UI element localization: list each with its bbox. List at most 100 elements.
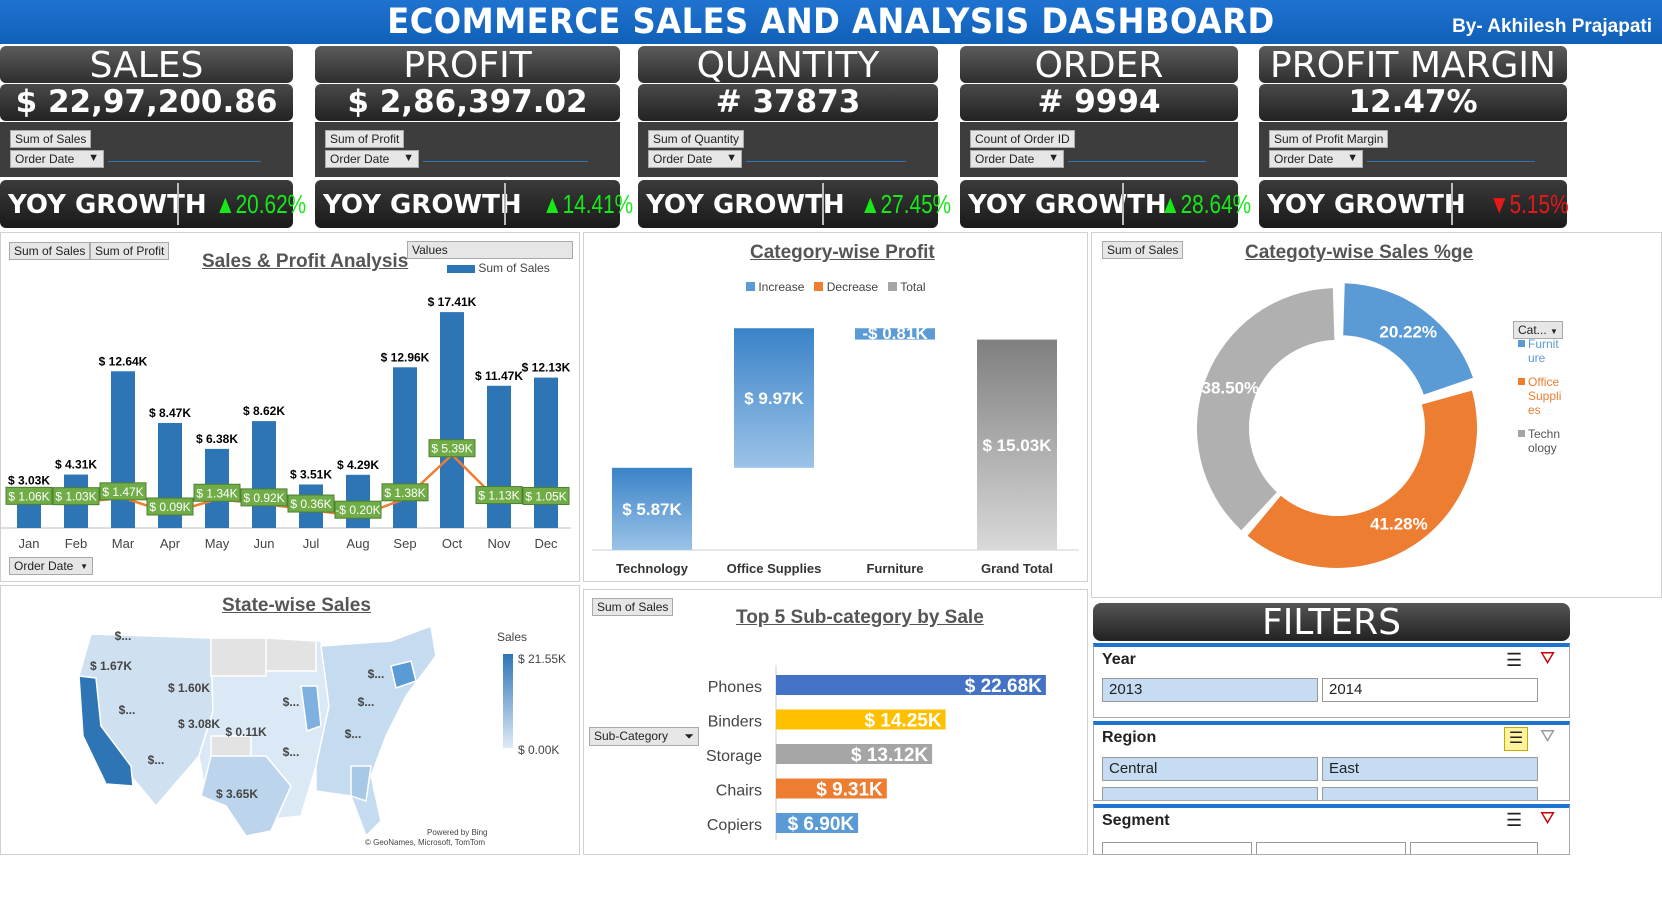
kpi-order-date-filter[interactable]: Order Date ▼	[970, 150, 1064, 168]
clear-filter-icon[interactable]: ⛛	[1540, 648, 1555, 669]
state-sales-label: $ 0.11K	[225, 725, 267, 739]
multi-select-icon[interactable]: ☰	[1506, 650, 1522, 671]
sum-of-sales-pill-3[interactable]: Sum of Sales	[592, 598, 674, 616]
year-slicer: Year ☰ ⛛ 2013 2014	[1093, 643, 1570, 718]
title-bar: ECOMMERCE SALES AND ANALYSIS DASHBOARD B…	[0, 0, 1662, 44]
sum-of-sales-pill[interactable]: Sum of Sales	[9, 242, 91, 260]
order-date-filter[interactable]: Order Date ▼	[9, 557, 93, 575]
kpi-value: # 37873	[638, 84, 938, 121]
kpi-order-date-label: Order Date	[15, 152, 75, 166]
wf-category-label: Grand Total	[981, 561, 1053, 576]
sales-data-label: $ 11.47K	[475, 369, 523, 383]
state-sales-panel: State-wise Sales $... $ 1.67K $ 1.60K $... $…	[0, 585, 580, 855]
kpi-sparkline	[423, 161, 588, 162]
segment-option-partial-2[interactable]	[1256, 842, 1406, 854]
top5-category-label: Binders	[708, 714, 762, 731]
clear-filter-icon[interactable]: ⛛	[1540, 808, 1555, 829]
year-option-2014[interactable]: 2014	[1322, 678, 1538, 702]
region-option-partial-2[interactable]	[1322, 787, 1538, 800]
x-tick-label: Jan	[19, 536, 40, 551]
kpi-field-pill[interactable]: Sum of Sales	[10, 130, 92, 148]
sales-profit-title: Sales & Profit Analysis	[202, 251, 409, 272]
profit-data-label: $ 1.38K	[384, 486, 425, 500]
kpi-card-order: ORDER # 9994 Count of Order ID Order Dat…	[960, 46, 1251, 229]
sales-bar	[440, 312, 464, 528]
kpi-sparkline-area: Sum of Profit Order Date ▼	[315, 122, 620, 177]
yoy-growth-text: 28.64%	[1180, 189, 1252, 219]
kpi-yoy-box: YOY GROWTH ▲14.41%	[315, 180, 633, 228]
segment-option-partial-3[interactable]	[1410, 842, 1538, 854]
dropdown-arrow-icon: ▼	[1550, 327, 1558, 336]
kpi-order-date-label: Order Date	[1274, 152, 1334, 166]
sales-data-label: $ 17.41K	[428, 295, 477, 309]
state-sales-label: $ 3.65K	[216, 787, 258, 801]
legend-swatch	[1518, 378, 1525, 385]
kpi-card-profit-margin: PROFIT MARGIN 12.47% Sum of Profit Margi…	[1259, 46, 1569, 229]
year-option-2013[interactable]: 2013	[1102, 678, 1318, 702]
profit-data-label: -$ 0.20K	[335, 503, 380, 517]
region-option-east[interactable]: East	[1322, 757, 1538, 781]
kpi-field-pill[interactable]: Sum of Quantity	[648, 130, 745, 148]
kpi-value: 12.47%	[1259, 84, 1567, 121]
sum-of-sales-pill-2[interactable]: Sum of Sales	[1102, 241, 1184, 259]
sub-category-filter[interactable]: Sub-Category ⏷	[589, 727, 699, 746]
kpi-field-pill[interactable]: Sum of Profit Margin	[1269, 130, 1389, 148]
author-label: By- Akhilesh Prajapati	[1452, 16, 1652, 37]
sales-legend-label: Sum of Sales	[478, 261, 550, 275]
yoy-label: YOY GROWTH	[646, 190, 845, 220]
kpi-sparkline-area: Count of Order ID Order Date ▼	[960, 122, 1238, 177]
donut-legend-item: Furnit ure	[1518, 337, 1566, 365]
kpi-field-pill[interactable]: Count of Order ID	[970, 130, 1075, 148]
yoy-separator	[822, 183, 824, 225]
kpi-order-date-label: Order Date	[975, 152, 1035, 166]
state-sales-label: $ 1.67K	[90, 659, 132, 673]
sum-of-profit-pill[interactable]: Sum of Profit	[90, 242, 170, 260]
legend-label: Furnit ure	[1528, 337, 1559, 365]
x-tick-label: Jun	[254, 536, 275, 551]
legend-swatch	[1518, 430, 1525, 437]
values-pill[interactable]: Values	[407, 241, 573, 259]
kpi-order-date-filter[interactable]: Order Date ▼	[648, 150, 742, 168]
kpi-yoy-box: YOY GROWTH ▲28.64%	[960, 180, 1251, 228]
sub-category-filter-label: Sub-Category	[594, 729, 669, 743]
multi-select-icon[interactable]: ☰	[1506, 810, 1522, 831]
state-sales-title: State-wise Sales	[222, 595, 371, 616]
state-sales-label: $...	[368, 667, 385, 681]
kpi-order-date-filter[interactable]: Order Date ▼	[325, 150, 419, 168]
sales-bar	[252, 421, 276, 528]
kpi-yoy-box: YOY GROWTH ▲20.62%	[0, 180, 306, 228]
profit-data-label: $ 1.47K	[102, 485, 143, 499]
wf-data-label: $ 9.97K	[744, 389, 804, 408]
multi-select-icon[interactable]: ☰	[1504, 727, 1528, 751]
sales-legend: Sum of Sales	[447, 261, 550, 275]
kpi-order-date-filter[interactable]: Order Date ▼	[10, 150, 104, 168]
category-sales-title: Categoty-wise Sales %ge	[1245, 242, 1474, 263]
clear-filter-icon[interactable]: ⛛	[1540, 726, 1555, 747]
region-slicer-label: Region	[1102, 729, 1157, 746]
up-arrow-icon: ▲	[542, 189, 563, 219]
state-sales-label: $...	[283, 695, 300, 709]
legend-increase-swatch	[746, 282, 755, 291]
segment-option-partial-1[interactable]	[1102, 842, 1252, 854]
state-sales-label: $...	[115, 629, 132, 643]
profit-data-label: $ 0.09K	[149, 500, 190, 514]
legend-decrease-label: Decrease	[826, 280, 879, 294]
kpi-card-profit: PROFIT $ 2,86,397.02 Sum of Profit Order…	[315, 46, 633, 229]
kpi-sparkline-area: Sum of Quantity Order Date ▼	[638, 122, 938, 177]
x-tick-label: Oct	[442, 536, 463, 551]
year-slicer-label: Year	[1102, 651, 1136, 668]
waterfall-legend: Increase Decrease Total	[746, 280, 926, 294]
filters-header: FILTERS	[1093, 603, 1570, 643]
region-option-partial-1[interactable]	[1102, 787, 1318, 800]
donut-data-label: 38.50%	[1202, 379, 1260, 398]
yoy-growth-text: 5.15%	[1509, 189, 1569, 219]
kpi-order-date-filter[interactable]: Order Date ▼	[1269, 150, 1363, 168]
yoy-label: YOY GROWTH	[1267, 190, 1466, 220]
x-tick-label: May	[205, 536, 230, 551]
category-legend-header: Cat...	[1518, 323, 1547, 337]
region-option-central[interactable]: Central	[1102, 757, 1318, 781]
x-tick-label: Aug	[346, 536, 369, 551]
kpi-field-pill[interactable]: Sum of Profit	[325, 130, 405, 148]
profit-data-label: $ 1.06K	[8, 489, 49, 503]
kpi-sparkline	[1367, 161, 1535, 162]
